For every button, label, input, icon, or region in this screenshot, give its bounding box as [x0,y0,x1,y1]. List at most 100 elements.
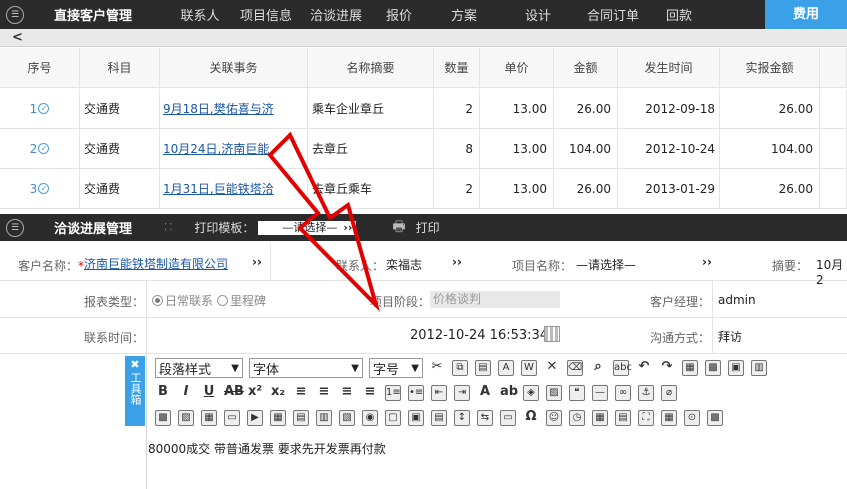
paste-word-icon[interactable]: W [521,360,537,376]
radio-daily[interactable] [152,295,163,306]
globe-icon[interactable]: ◉ [362,410,378,426]
tab-contacts[interactable]: 联系人 [170,5,230,24]
strikethrough-icon[interactable]: AB [224,385,244,401]
spellcheck-icon[interactable]: abc [613,360,632,376]
check-icon[interactable]: ✓ [38,143,50,154]
code-icon[interactable]: ▣ [408,410,424,426]
emoticon-icon[interactable]: ☺ [546,410,562,426]
align-center-icon[interactable]: ≡ [316,385,332,401]
tab-quote[interactable]: 报价 [370,5,428,24]
undo-icon[interactable]: ↶ [636,360,652,376]
grid-icon[interactable]: ▦ [661,410,677,426]
tab-design[interactable]: 设计 [500,5,576,24]
tab-payment[interactable]: 回款 [650,5,708,24]
project-select[interactable]: —请选择— [576,256,636,273]
toolbox-tab[interactable]: ✖ 工具箱 [125,356,145,426]
paste-icon[interactable]: ▤ [475,360,491,376]
customer-name-link[interactable]: 济南巨能铁塔制造有限公司 [84,255,228,272]
link-icon[interactable]: ∞ [615,385,631,401]
bold-icon[interactable]: B [155,385,171,401]
font-select[interactable]: 字体 ▼ [249,358,363,378]
superscript-icon[interactable]: x² [247,385,263,401]
paste-text-icon[interactable]: A [498,360,514,376]
unlink-icon[interactable]: ⌀ [661,385,677,401]
eraser-icon[interactable]: ⌫ [567,360,583,376]
tab-project-info[interactable]: 项目信息 [230,5,302,24]
tab-expenses[interactable]: 费用 [765,0,847,29]
remove-icon[interactable]: ✕ [544,360,560,376]
align-left-icon[interactable]: ≡ [293,385,309,401]
multi-image-icon[interactable]: ▨ [178,410,194,426]
highlight-icon[interactable]: ab [500,385,518,401]
image-manager-icon[interactable]: ▦ [201,410,217,426]
table-row[interactable]: 2 ✓ 交通费 10月24日,济南巨能 去章丘 8 13.00 104.00 20… [0,129,847,169]
flash-icon[interactable]: ▭ [224,410,240,426]
copy-icon[interactable]: ⧉ [452,360,468,376]
block-quote-icon[interactable]: ❝ [569,385,585,401]
check-icon[interactable]: ✓ [38,183,50,194]
format-painter-icon[interactable]: ▨ [546,385,562,401]
date-icon[interactable]: ▦ [592,410,608,426]
italic-icon[interactable]: I [178,385,194,401]
contact-time-input[interactable]: 2012-10-24 16:53:34 [410,328,548,343]
image-icon[interactable]: ▩ [155,410,171,426]
horizontal-rule-icon[interactable]: — [592,385,608,401]
radio-milestone[interactable] [217,295,229,306]
tab-plan[interactable]: 方案 [428,5,500,24]
related-link[interactable]: 1月31日,巨能铁塔洽 [163,180,274,197]
table-row[interactable]: 3 ✓ 交通费 1月31日,巨能铁塔洽 去章丘乘车 2 13.00 26.00 2… [0,169,847,209]
double-chevron-icon[interactable]: ›› [252,255,262,269]
table-props-icon[interactable]: ▤ [293,410,309,426]
font-size-select[interactable]: 字号 ▼ [369,358,423,378]
ordered-list-icon[interactable]: 1≡ [385,385,401,401]
underline-icon[interactable]: U [201,385,217,401]
double-chevron-icon[interactable]: ›› [452,255,462,269]
cut-icon[interactable]: ✂ [429,360,445,376]
calendar-icon[interactable] [544,326,560,342]
indent-icon[interactable]: ⇥ [454,385,470,401]
insert-row-icon[interactable]: ▥ [316,410,332,426]
table-icon[interactable]: ▦ [270,410,286,426]
menu-icon[interactable]: ☰ [6,218,24,237]
bullet-list-icon[interactable]: •≡ [408,385,424,401]
back-arrow-icon[interactable]: < [12,29,23,46]
redo-icon[interactable]: ↷ [659,360,675,376]
table-row[interactable]: 1 ✓ 交通费 9月18日,樊佑喜与济 乘车企业章丘 2 13.00 26.00 … [0,89,847,129]
check-icon[interactable]: ✓ [38,103,50,114]
select-all-icon[interactable]: ▦ [682,360,698,376]
drag-handle-icon[interactable]: ⁚⁚ [164,222,174,233]
editor-content[interactable]: 80000成交 带普通发票 要求先开发票再付款 [148,440,386,457]
justify-icon[interactable]: ≡ [362,385,378,401]
omega-icon[interactable]: Ω [523,410,539,426]
attachment-icon[interactable]: ⊙ [684,410,700,426]
paragraph-style-select[interactable]: 段落样式 ▼ [155,358,243,378]
font-color-icon[interactable]: A [477,385,493,401]
print-preview-icon[interactable]: ▤ [615,410,631,426]
printer-icon[interactable]: 🖶 [392,216,405,240]
paint-bucket-icon[interactable]: ◈ [523,385,539,401]
anchor-icon[interactable]: ⚓ [638,385,654,401]
double-chevron-icon[interactable]: ›› [702,255,712,269]
template-icon[interactable]: ▥ [751,360,767,376]
preview-icon[interactable]: ▣ [728,360,744,376]
insert-col-icon[interactable]: ▧ [339,410,355,426]
search-icon[interactable]: ⌕ [590,360,606,376]
print-template-select[interactable]: —请选择— ›› [258,220,357,235]
text-direction-icon[interactable]: ⇆ [477,410,493,426]
outdent-icon[interactable]: ⇤ [431,385,447,401]
fullscreen-icon[interactable]: ⛶ [638,410,654,426]
form-icon[interactable]: ▭ [500,410,516,426]
menu-icon[interactable]: ☰ [6,5,24,24]
tab-negotiation[interactable]: 洽谈进展 [302,5,370,24]
subscript-icon[interactable]: x₂ [270,385,286,401]
print-button[interactable]: 打印 [416,219,440,236]
insert-file-icon[interactable]: ▢ [385,410,401,426]
tab-contract-order[interactable]: 合同订单 [576,5,650,24]
source-icon[interactable]: ▩ [705,360,721,376]
page-break-icon[interactable]: ▤ [431,410,447,426]
media-icon[interactable]: ▶ [247,410,263,426]
related-link[interactable]: 10月24日,济南巨能 [163,140,269,157]
clock-icon[interactable]: ◷ [569,410,585,426]
line-height-icon[interactable]: ↕ [454,410,470,426]
related-link[interactable]: 9月18日,樊佑喜与济 [163,100,274,117]
